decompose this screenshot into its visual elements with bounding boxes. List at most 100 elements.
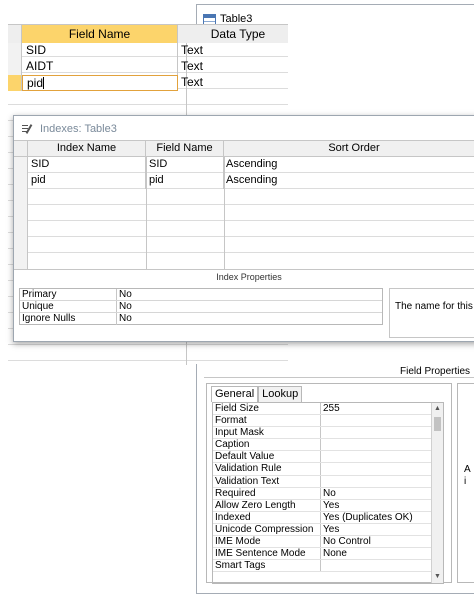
field-name-cell[interactable]: SID — [22, 43, 178, 59]
help-line-1: The name for this in — [395, 301, 474, 312]
scroll-up-icon[interactable]: ▲ — [432, 404, 443, 414]
property-row[interactable]: Required No — [213, 487, 443, 500]
property-row[interactable]: Ignore Nulls No — [20, 313, 382, 325]
data-type-cell[interactable]: Text — [178, 75, 288, 91]
property-name: Required — [213, 487, 321, 499]
data-type-cell[interactable]: Text — [178, 43, 288, 59]
properties-scrollbar[interactable]: ▲ ▼ — [431, 403, 443, 583]
property-value[interactable]: No — [117, 313, 382, 325]
property-row[interactable]: Smart Tags — [213, 560, 443, 573]
field-properties-label: Field Properties — [400, 366, 471, 377]
property-name: Field Size — [213, 403, 321, 415]
field-name-cell[interactable]: pid — [146, 173, 224, 189]
field-name-text: pid — [27, 76, 44, 90]
index-properties-label: Index Properties — [14, 269, 474, 283]
tab-lookup[interactable]: Lookup — [258, 386, 303, 402]
property-name: Input Mask — [213, 427, 321, 439]
property-value[interactable] — [321, 451, 443, 462]
tab-general[interactable]: General — [211, 386, 259, 402]
design-grid-header: Field Name Data Type — [8, 25, 288, 43]
property-value[interactable] — [321, 427, 443, 438]
index-properties-help: The name for this in t — [389, 288, 474, 338]
row-selector-column — [14, 189, 28, 269]
property-row[interactable]: Unicode Compression Yes — [213, 523, 443, 537]
property-name: Ignore Nulls — [20, 313, 117, 325]
property-row[interactable]: Unique No — [20, 301, 382, 313]
field-name-cell[interactable]: SID — [146, 157, 224, 173]
field-name-header[interactable]: Field Name — [22, 25, 178, 43]
field-properties-tabs: General Lookup — [211, 386, 303, 402]
property-row[interactable]: Allow Zero Length Yes — [213, 499, 443, 512]
data-type-cell[interactable]: Text — [178, 59, 288, 75]
property-value[interactable]: No — [117, 289, 382, 300]
select-all-corner[interactable] — [14, 141, 28, 157]
property-name: IME Sentence Mode — [213, 548, 321, 560]
property-value[interactable]: Yes — [321, 500, 443, 511]
property-value[interactable] — [321, 439, 443, 450]
scroll-down-icon[interactable]: ▼ — [432, 572, 443, 582]
scroll-thumb[interactable] — [434, 417, 441, 431]
indexes-icon — [22, 124, 34, 135]
table-row[interactable]: SID Text — [8, 43, 288, 59]
indexes-grid-header: Index Name Field Name Sort Order — [14, 141, 474, 157]
field-name-cell-editing[interactable]: pid — [22, 75, 178, 91]
sort-order-cell[interactable]: Ascending — [224, 173, 474, 189]
row-selector[interactable] — [8, 43, 22, 59]
property-value[interactable] — [321, 560, 443, 571]
property-value[interactable] — [321, 415, 443, 426]
data-type-header[interactable]: Data Type — [178, 25, 288, 43]
property-value[interactable] — [321, 463, 443, 474]
property-value[interactable] — [321, 476, 443, 487]
table-row[interactable]: pid pid Ascending — [14, 173, 474, 189]
field-properties-list: Field Size 255 Format Input Mask Caption … — [212, 402, 444, 584]
property-name: Indexed — [213, 511, 321, 523]
sort-order-header[interactable]: Sort Order — [224, 141, 474, 157]
property-row[interactable]: Input Mask — [213, 427, 443, 440]
property-value[interactable]: None — [321, 548, 443, 559]
property-row[interactable]: Validation Text — [213, 475, 443, 488]
property-row[interactable]: Caption — [213, 439, 443, 452]
column-divider — [224, 157, 225, 269]
property-row[interactable]: Field Size 255 — [213, 403, 443, 416]
property-row[interactable]: Validation Rule — [213, 463, 443, 476]
table-row[interactable]: pid Text — [8, 75, 288, 91]
table-icon — [203, 13, 216, 25]
property-row[interactable]: Default Value — [213, 451, 443, 464]
property-name: Default Value — [213, 451, 321, 463]
row-selector[interactable] — [14, 173, 28, 189]
property-name: Caption — [213, 439, 321, 451]
index-name-cell[interactable]: SID — [28, 157, 146, 173]
column-divider — [146, 157, 147, 269]
property-value[interactable]: Yes (Duplicates OK) — [321, 512, 443, 523]
index-name-cell[interactable]: pid — [28, 173, 146, 189]
table-row[interactable]: SID SID Ascending — [14, 157, 474, 173]
dialog-title-bar[interactable]: Indexes: Table3 — [22, 121, 117, 137]
property-value[interactable]: No — [117, 301, 382, 312]
property-value[interactable]: 255 — [321, 403, 443, 414]
property-value[interactable]: No Control — [321, 536, 443, 547]
field-name-header[interactable]: Field Name — [146, 141, 224, 157]
property-name: Primary — [20, 289, 117, 300]
sort-order-cell[interactable]: Ascending — [224, 157, 474, 173]
indexes-grid: Index Name Field Name Sort Order SID SID… — [14, 140, 474, 269]
property-name: Validation Text — [213, 475, 321, 487]
index-name-header[interactable]: Index Name — [28, 141, 146, 157]
property-value[interactable]: No — [321, 488, 443, 499]
text-caret — [43, 77, 45, 89]
select-all-corner[interactable] — [8, 25, 22, 43]
row-selector-current[interactable] — [8, 75, 22, 91]
field-name-cell[interactable]: AIDT — [22, 59, 178, 75]
table-row[interactable]: AIDT Text — [8, 59, 288, 75]
field-properties-help: A i — [457, 383, 474, 583]
property-row[interactable]: Primary No — [20, 289, 382, 301]
field-properties-divider — [204, 377, 474, 378]
property-row[interactable]: Indexed Yes (Duplicates OK) — [213, 511, 443, 524]
property-value[interactable]: Yes — [321, 524, 443, 535]
help-text: A i — [464, 464, 471, 487]
property-row[interactable]: IME Sentence Mode None — [213, 548, 443, 561]
property-name: IME Mode — [213, 536, 321, 548]
row-selector[interactable] — [14, 157, 28, 173]
property-row[interactable]: IME Mode No Control — [213, 536, 443, 549]
property-row[interactable]: Format — [213, 415, 443, 428]
row-selector[interactable] — [8, 59, 22, 75]
